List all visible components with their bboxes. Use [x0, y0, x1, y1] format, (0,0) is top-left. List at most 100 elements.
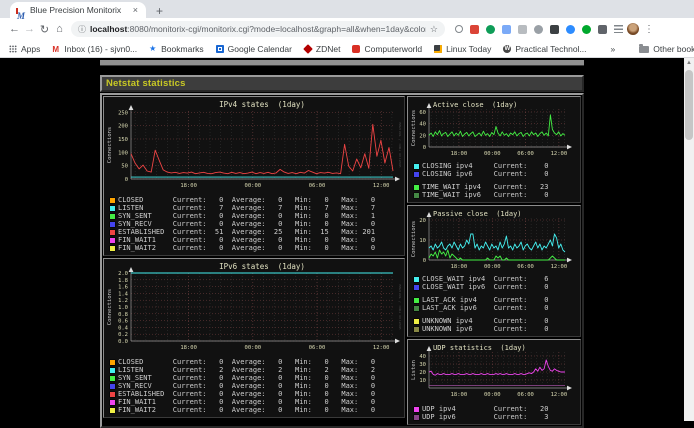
svg-text:UDP statistics (1day): UDP statistics (1day) — [433, 344, 526, 352]
monitorix-content: Netstat statistics 05010015020025018:000… — [100, 60, 584, 428]
legend-swatch — [110, 238, 115, 243]
active-close-chart[interactable]: 020406018:0000:0006:0012:00Active close … — [409, 99, 573, 161]
browser-menu-icon[interactable]: ⋮ — [644, 24, 654, 35]
monitorix-favicon: M — [17, 6, 26, 15]
home-icon[interactable]: ⌂ — [52, 23, 67, 35]
zoom-extension-icon[interactable] — [566, 25, 575, 34]
legend-text: FIN_WAIT2 Current: 0 Average: 0 Min: 0 M… — [118, 406, 375, 414]
svg-text:50: 50 — [121, 164, 128, 170]
page-extension-icon[interactable] — [518, 25, 527, 34]
legend-text: UNKNOWN ipv6 Current: 0 — [422, 325, 548, 333]
page-viewport: ▲ Netstat statistics 05010015020025018:0… — [0, 58, 694, 421]
legend-swatch — [110, 230, 115, 235]
svg-text:Connections: Connections — [107, 127, 113, 163]
megaphone-extension-icon[interactable] — [534, 25, 543, 34]
bookmark-practical-technology[interactable]: W Practical Technol... — [503, 44, 586, 54]
back-icon[interactable]: ← — [7, 23, 22, 35]
gmail-extension-icon[interactable] — [470, 25, 479, 34]
browser-chrome: M Blue Precision Monitorix × + ← → ↻ ⌂ ⓘ… — [0, 0, 694, 58]
legend-text: CLOSE_WAIT ipv6 Current: 0 — [422, 283, 548, 291]
svg-text:20: 20 — [419, 133, 426, 139]
linux-today-icon — [434, 45, 442, 53]
legend-text: FIN_WAIT2 Current: 0 Average: 0 Min: 0 M… — [118, 244, 375, 252]
netstat-charts-table: 05010015020025018:0000:0006:0012:00IPv4 … — [100, 93, 584, 428]
adblock-extension-icon[interactable] — [598, 25, 607, 34]
evernote-extension-icon[interactable] — [582, 25, 591, 34]
svg-text:IPv4 states (1day): IPv4 states (1day) — [219, 100, 305, 109]
legend-row: SYN_SENT Current: 0 Average: 0 Min: 0 Ma… — [110, 374, 403, 382]
world-extension-icon[interactable] — [486, 25, 495, 34]
legend-row: SYN_RECV Current: 0 Average: 0 Min: 0 Ma… — [110, 382, 403, 390]
legend-swatch — [414, 164, 419, 169]
svg-text:0: 0 — [423, 258, 426, 264]
svg-text:18:00: 18:00 — [180, 345, 197, 351]
svg-text:Connections: Connections — [107, 289, 113, 325]
passive-close-panel: 0102018:0000:0006:0012:00Passive close (… — [407, 205, 581, 337]
legend-text: LISTEN Current: 7 Average: 7 Min: 7 Max:… — [118, 204, 375, 212]
bookmark-bookmarks[interactable]: ★ Bookmarks — [149, 44, 204, 54]
legend-row: UDP ipv6 Current: 3 — [414, 413, 579, 421]
legend-swatch — [110, 206, 115, 211]
legend-row: FIN_WAIT1 Current: 0 Average: 0 Min: 0 M… — [110, 398, 403, 406]
extension-icons — [455, 25, 623, 34]
page-info-icon[interactable]: ⓘ — [78, 24, 86, 35]
bookmark-inbox[interactable]: M Inbox (16) - sjvn0... — [52, 44, 137, 54]
svg-text:0.4: 0.4 — [118, 325, 129, 331]
legend-swatch — [110, 222, 115, 227]
new-tab-button[interactable]: + — [156, 4, 163, 18]
legend-text: CLOSE_WAIT ipv4 Current: 6 — [422, 275, 548, 283]
legend-row: LISTEN Current: 2 Average: 2 Min: 2 Max:… — [110, 366, 403, 374]
bookmark-linux-today[interactable]: Linux Today — [434, 44, 491, 54]
legend-row: TIME_WAIT ipv6 Current: 0 — [414, 191, 579, 199]
reload-icon[interactable]: ↻ — [37, 23, 52, 36]
svg-text:40: 40 — [419, 354, 426, 360]
svg-text:12:00: 12:00 — [551, 392, 568, 398]
legend-swatch — [414, 193, 419, 198]
ipv6-states-chart[interactable]: 0.00.20.40.60.81.01.21.41.61.82.018:0000… — [105, 261, 401, 357]
bookmark-star-icon[interactable]: ☆ — [430, 24, 438, 35]
legend-row: FIN_WAIT2 Current: 0 Average: 0 Min: 0 M… — [110, 244, 403, 252]
bookmark-google-calendar[interactable]: Google Calendar — [216, 44, 292, 54]
bookmark-computerworld[interactable]: Computerworld — [352, 44, 422, 54]
legend-text: SYN_RECV Current: 0 Average: 0 Min: 0 Ma… — [118, 382, 375, 390]
svg-text:18:00: 18:00 — [451, 151, 468, 157]
legend-row: CLOSE_WAIT ipv4 Current: 6 — [414, 275, 579, 283]
terminal-extension-icon[interactable] — [550, 25, 559, 34]
svg-text:0.6: 0.6 — [118, 319, 128, 325]
forward-icon[interactable]: → — [22, 23, 37, 35]
legend-text: SYN_SENT Current: 0 Average: 0 Min: 0 Ma… — [118, 212, 375, 220]
svg-text:00:00: 00:00 — [484, 392, 501, 398]
legend-swatch — [414, 415, 419, 420]
legend-swatch — [414, 407, 419, 412]
passive-close-chart[interactable]: 0102018:0000:0006:0012:00Passive close (… — [409, 208, 573, 274]
bookmarks-overflow-chevron[interactable]: » — [611, 44, 616, 54]
svg-text:06:00: 06:00 — [309, 345, 326, 351]
star-icon: ★ — [149, 45, 157, 53]
other-bookmarks[interactable]: Other bookmarks — [639, 44, 694, 54]
address-bar[interactable]: ⓘ localhost:8080/monitorix-cgi/monitorix… — [71, 21, 445, 37]
legend-text: SYN_RECV Current: 0 Average: 0 Min: 0 Ma… — [118, 220, 375, 228]
scrollbar-up-icon[interactable]: ▲ — [684, 58, 694, 68]
apps-grid-icon — [9, 45, 17, 53]
bookmark-apps[interactable]: Apps — [9, 44, 40, 54]
browser-tab[interactable]: M Blue Precision Monitorix × — [10, 2, 146, 18]
tab-close-icon[interactable]: × — [132, 5, 139, 15]
tablist-extension-icon[interactable] — [614, 25, 623, 33]
legend-row: CLOSED Current: 0 Average: 0 Min: 0 Max:… — [110, 358, 403, 366]
bookmark-zdnet[interactable]: ZDNet — [304, 44, 341, 54]
profile-avatar[interactable] — [627, 23, 639, 35]
legend-text: ESTABLISHED Current: 51 Average: 25 Min:… — [118, 228, 375, 236]
search-extension-icon[interactable] — [455, 25, 463, 33]
svg-text:00:00: 00:00 — [484, 151, 501, 157]
page-scrollbar[interactable]: ▲ — [684, 58, 694, 421]
svg-text:18:00: 18:00 — [451, 392, 468, 398]
legend-row: CLOSE_WAIT ipv6 Current: 0 — [414, 283, 579, 291]
ipv4-states-chart[interactable]: 05010015020025018:0000:0006:0012:00IPv4 … — [105, 99, 401, 195]
active-close-legend: CLOSING ipv4 Current: 0CLOSING ipv6 Curr… — [409, 162, 579, 199]
sessions-extension-icon[interactable] — [502, 25, 511, 34]
legend-text: UDP ipv4 Current: 20 — [422, 405, 548, 413]
legend-row: TIME_WAIT ipv4 Current: 23 — [414, 183, 579, 191]
scrollbar-thumb[interactable] — [685, 70, 693, 140]
udp-statistics-chart[interactable]: 1020304018:0000:0006:0012:00UDP statisti… — [409, 342, 573, 404]
zdnet-icon — [303, 44, 313, 54]
